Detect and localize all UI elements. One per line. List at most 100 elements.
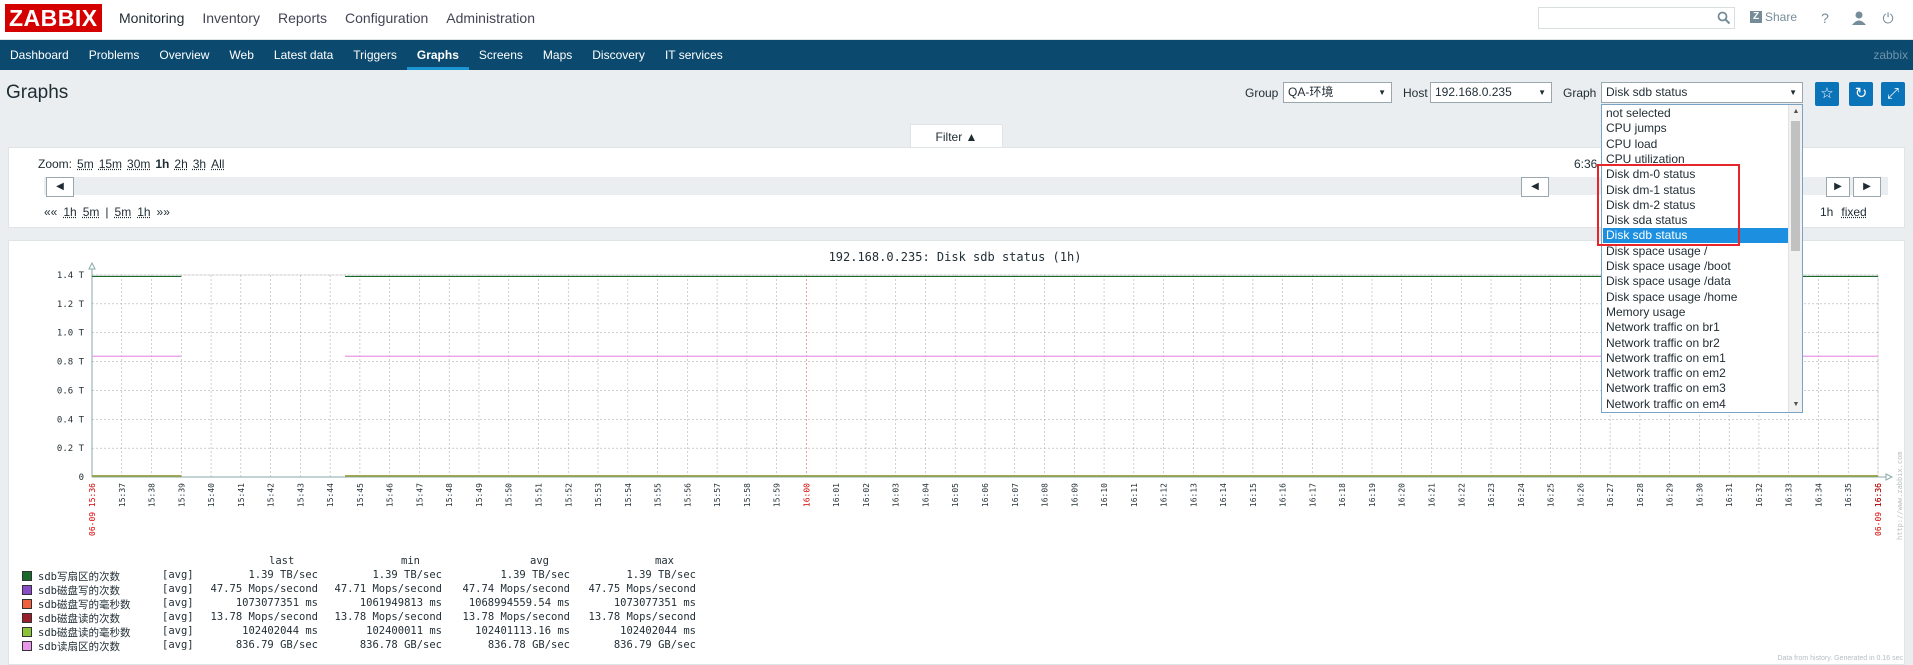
zoom-option-All[interactable]: All [211, 157, 224, 171]
main-menu-item-reports[interactable]: Reports [269, 0, 336, 40]
legend-header-max: max [655, 555, 674, 567]
x-tick-label: 16:16 [1279, 483, 1288, 507]
x-tick-label: 16:07 [1011, 483, 1020, 507]
legend-series-name: sdb磁盘写的次数 [38, 585, 120, 597]
x-tick-label: 16:15 [1249, 483, 1258, 507]
y-tick-label: 0.8 T [57, 358, 85, 368]
main-menu-item-administration[interactable]: Administration [437, 0, 544, 40]
graph-option[interactable]: not selected [1603, 106, 1788, 121]
scroll-left-end-icon[interactable]: ◀ [1521, 177, 1549, 197]
sub-menu-item-discovery[interactable]: Discovery [582, 40, 655, 70]
search-icon[interactable] [1717, 11, 1731, 25]
sub-menu-item-maps[interactable]: Maps [533, 40, 582, 70]
scroll-up-icon[interactable]: ▲ [1789, 105, 1802, 119]
x-tick-label: 15:42 [267, 483, 276, 507]
graph-option[interactable]: CPU load [1603, 137, 1788, 152]
period-mode-fixed[interactable]: fixed [1841, 205, 1866, 219]
sub-menu-item-screens[interactable]: Screens [469, 40, 533, 70]
x-tick-label: 15:45 [356, 483, 365, 507]
graph-option[interactable]: Network traffic on em2 [1603, 366, 1788, 381]
zoom-option-2h[interactable]: 2h [174, 157, 187, 171]
legend-function: [avg] [162, 611, 194, 623]
sub-menu-item-it-services[interactable]: IT services [655, 40, 733, 70]
period-nav-item[interactable]: 1h [137, 205, 150, 219]
user-profile-icon[interactable] [1850, 9, 1868, 27]
period-nav-item[interactable]: 5m [83, 205, 100, 219]
scroll-right-end-icon[interactable]: ▶ [1853, 177, 1881, 197]
graph-option[interactable]: Network traffic on em1 [1603, 351, 1788, 366]
sub-menu-item-graphs[interactable]: Graphs [406, 40, 469, 70]
main-menu-item-configuration[interactable]: Configuration [336, 0, 437, 40]
favorite-star-icon[interactable]: ☆ [1815, 82, 1839, 106]
search-input[interactable] [1538, 7, 1735, 29]
refresh-icon[interactable]: ↻ [1849, 82, 1873, 106]
legend-row: sdb磁盘读的次数 [avg] 13.78 Mops/second 13.78 Mop… [22, 611, 722, 625]
y-tick-label: 0.6 T [57, 386, 85, 396]
period-nav-item[interactable]: 1h [63, 205, 76, 219]
graph-option[interactable]: Network traffic on em4 [1603, 397, 1788, 412]
scroll-right-icon[interactable]: ▶ [1826, 177, 1850, 197]
period-mode-1h[interactable]: 1h [1820, 205, 1833, 219]
x-tick-label: 16:14 [1219, 483, 1228, 507]
help-icon[interactable]: ? [1816, 9, 1834, 27]
legend-value-min: 1.39 TB/sec [372, 569, 442, 581]
legend-color-swatch [22, 585, 32, 595]
dropdown-scrollbar[interactable]: ▲ ▼ [1788, 105, 1802, 412]
legend-color-swatch [22, 641, 32, 651]
current-user: zabbix [1873, 48, 1908, 62]
sub-menu-item-triggers[interactable]: Triggers [343, 40, 407, 70]
sub-menu-item-dashboard[interactable]: Dashboard [0, 40, 79, 70]
graph-option[interactable]: Network traffic on br2 [1603, 336, 1788, 351]
graph-option[interactable]: Disk space usage /boot [1603, 259, 1788, 274]
legend-function: [avg] [162, 583, 194, 595]
sub-menu-item-problems[interactable]: Problems [79, 40, 150, 70]
graph-option[interactable]: Disk space usage /home [1603, 290, 1788, 305]
sign-out-icon[interactable]: ⏻ [1879, 9, 1897, 27]
zoom-option-5m[interactable]: 5m [77, 157, 94, 171]
graph-option[interactable]: Memory usage [1603, 305, 1788, 320]
x-start-label: 06-09 15:36 [88, 483, 97, 536]
x-tick-label: 15:51 [535, 483, 544, 507]
zoom-option-30m[interactable]: 30m [127, 157, 150, 171]
x-tick-label: 16:35 [1844, 483, 1853, 507]
zoom-option-1h[interactable]: 1h [155, 157, 169, 171]
filter-toggle-tab[interactable]: Filter ▲ [910, 124, 1003, 148]
x-tick-label: 15:40 [207, 483, 216, 507]
legend-value-avg: 102401113.16 ms [475, 625, 570, 637]
zoom-option-15m[interactable]: 15m [99, 157, 122, 171]
share-button[interactable]: Z Share [1750, 10, 1797, 24]
y-tick-label: 1.2 T [57, 300, 85, 310]
graph-select[interactable]: Disk sdb status ▼ [1601, 82, 1803, 103]
graph-option[interactable]: Network traffic on em3 [1603, 381, 1788, 396]
legend-value-max: 1.39 TB/sec [626, 569, 696, 581]
main-menu-item-inventory[interactable]: Inventory [193, 0, 269, 40]
period-nav-item[interactable]: 5m [115, 205, 132, 219]
legend-color-swatch [22, 627, 32, 637]
graph-option[interactable]: Network traffic on br1 [1603, 320, 1788, 335]
sub-menu-item-web[interactable]: Web [219, 40, 263, 70]
zabbix-logo[interactable]: ZABBIX [5, 4, 102, 32]
fullscreen-icon[interactable]: ⤢ [1881, 82, 1905, 106]
scroll-left-icon[interactable]: ◀ [46, 177, 74, 197]
legend-value-last: 1073077351 ms [235, 597, 318, 609]
group-select[interactable]: QA-环境 ▼ [1283, 82, 1392, 103]
x-tick-label: 15:41 [237, 483, 246, 507]
zoom-option-3h[interactable]: 3h [193, 157, 206, 171]
host-select[interactable]: 192.168.0.235 ▼ [1430, 82, 1552, 103]
legend-series-name: sdb写扇区的次数 [38, 571, 120, 583]
sub-menu-item-latest-data[interactable]: Latest data [264, 40, 343, 70]
graph-option[interactable]: Disk space usage /data [1603, 274, 1788, 289]
x-tick-label: 15:43 [296, 483, 305, 507]
x-tick-label: 16:24 [1517, 483, 1526, 507]
sub-menu-item-overview[interactable]: Overview [149, 40, 219, 70]
legend-value-min: 1061949813 ms [359, 597, 442, 609]
dropdown-scroll-thumb[interactable] [1791, 121, 1800, 251]
scroll-down-icon[interactable]: ▼ [1789, 398, 1802, 412]
legend-row: sdb磁盘写的毫秒数 [avg] 1073077351 ms 1061949813 m… [22, 597, 722, 611]
graph-dropdown-list[interactable]: ▲ ▼ not selected CPU jumps CPU load CPU uti… [1601, 104, 1803, 413]
x-tick-label: 16:22 [1457, 483, 1466, 507]
main-menu-item-monitoring[interactable]: Monitoring [110, 0, 193, 40]
graph-option[interactable]: CPU jumps [1603, 121, 1788, 136]
x-tick-label: 16:08 [1041, 483, 1050, 507]
x-tick-label: 16:05 [951, 483, 960, 507]
